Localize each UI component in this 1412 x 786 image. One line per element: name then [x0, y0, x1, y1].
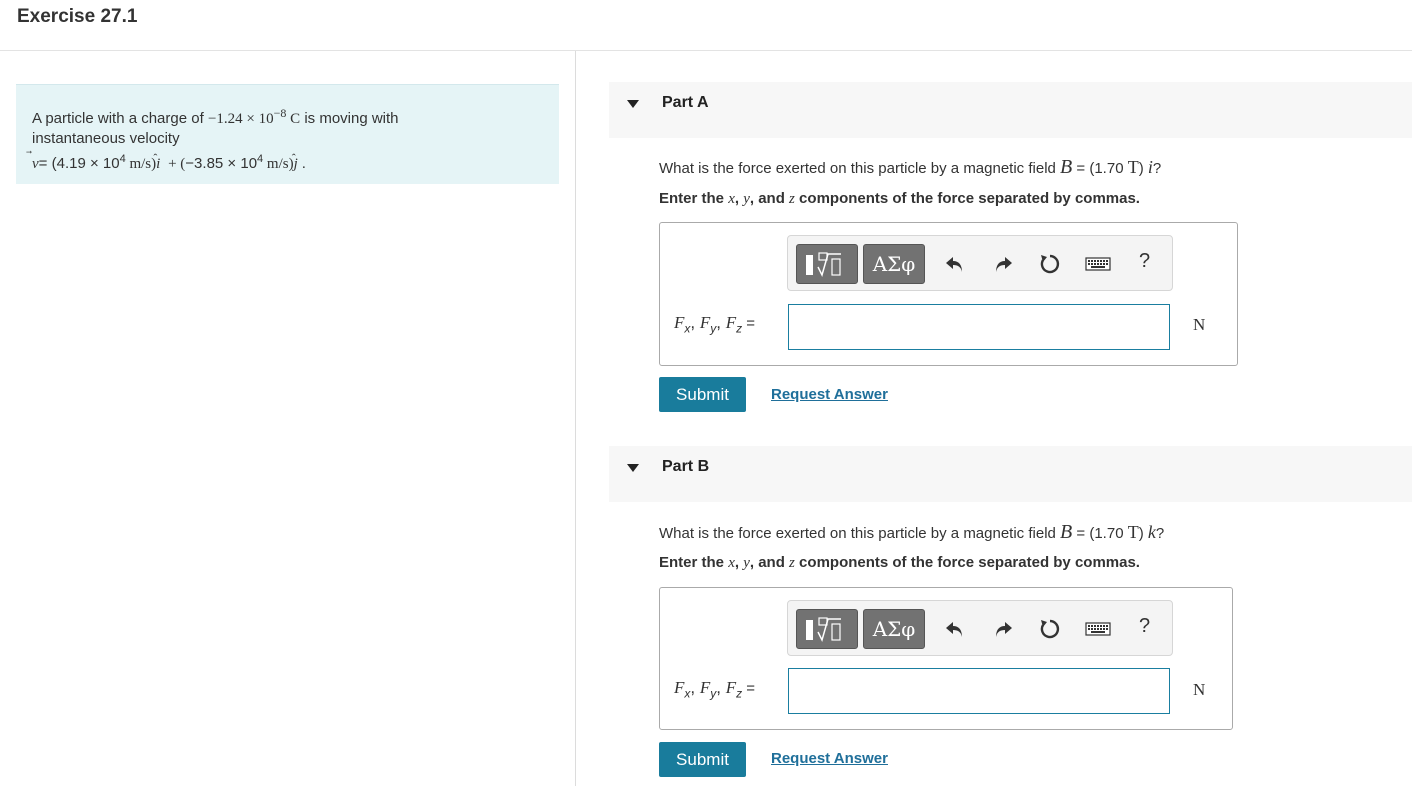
greek-symbols-icon[interactable]: ΑΣφ [863, 244, 925, 284]
math-toolbar: ΑΣφ ? [787, 235, 1173, 291]
part-a-submit-button[interactable]: Submit [659, 377, 746, 412]
part-b-request-answer-link[interactable]: Request Answer [771, 750, 888, 767]
reset-icon[interactable] [1038, 617, 1062, 641]
redo-icon[interactable] [991, 252, 1015, 276]
undo-icon[interactable] [943, 617, 967, 641]
part-b-answer-input[interactable] [788, 668, 1170, 714]
unit-label: N [1193, 680, 1206, 699]
part-a-instruction: Enter the x, y, and z components of the … [659, 190, 1140, 207]
collapse-caret-icon[interactable] [627, 464, 639, 472]
part-b-title: Part B [662, 458, 710, 475]
help-icon[interactable]: ? [1139, 250, 1150, 273]
velocity-expression: v⃗= (4.19 × 104 m/s)iˆ + (−3.85 × 104 m/… [32, 151, 306, 172]
undo-icon[interactable] [943, 252, 967, 276]
unit-label: N [1193, 315, 1206, 334]
part-b-instruction: Enter the x, y, and z components of the … [659, 554, 1140, 571]
part-a-request-answer-link[interactable]: Request Answer [771, 386, 888, 403]
greek-symbols-icon[interactable]: ΑΣφ [863, 609, 925, 649]
templates-icon[interactable] [796, 244, 858, 284]
part-b-header[interactable]: Part B [609, 446, 1412, 502]
templates-icon[interactable] [796, 609, 858, 649]
equation-label: Fx, Fy, Fz = [674, 313, 756, 336]
part-b-question: What is the force exerted on this partic… [659, 521, 1165, 543]
part-a-question: What is the force exerted on this partic… [659, 156, 1162, 178]
problem-line-1: A particle with a charge of −1.24 × 10−8… [32, 106, 399, 127]
collapse-caret-icon[interactable] [627, 100, 639, 108]
part-a-answer-input[interactable] [788, 304, 1170, 350]
part-a-header[interactable]: Part A [609, 82, 1412, 138]
part-a-title: Part A [662, 94, 709, 111]
help-icon[interactable]: ? [1139, 615, 1150, 638]
equation-label: Fx, Fy, Fz = [674, 678, 756, 701]
part-a-answer-box: ΑΣφ ? Fx, Fy, Fz = N [659, 222, 1238, 366]
page-header: Exercise 27.1 [0, 0, 1412, 51]
problem-line-2: instantaneous velocity [32, 130, 180, 147]
part-b-submit-button[interactable]: Submit [659, 742, 746, 777]
problem-statement: A particle with a charge of −1.24 × 10−8… [16, 84, 559, 184]
charge-value: −1.24 × 10−8 C [207, 106, 301, 127]
page-title: Exercise 27.1 [17, 6, 138, 27]
math-toolbar: ΑΣφ ? [787, 600, 1173, 656]
column-divider [575, 51, 576, 786]
keyboard-icon[interactable] [1085, 617, 1111, 641]
reset-icon[interactable] [1038, 252, 1062, 276]
part-b-answer-box: ΑΣφ ? Fx, Fy, Fz = N [659, 587, 1233, 730]
keyboard-icon[interactable] [1085, 252, 1111, 276]
redo-icon[interactable] [991, 617, 1015, 641]
